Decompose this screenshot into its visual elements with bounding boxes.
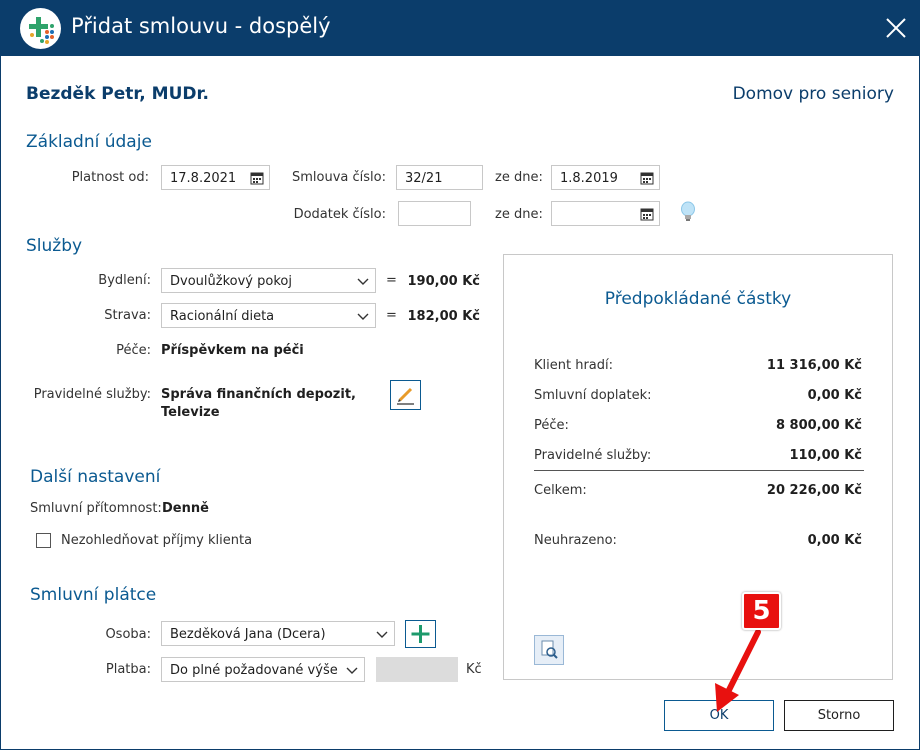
payment-amount-field[interactable]	[376, 657, 458, 682]
calendar-icon[interactable]	[640, 171, 654, 185]
food-price: 182,00 Kč	[407, 309, 480, 324]
amendment-no-label: Dodatek číslo:	[293, 207, 386, 222]
summary-total-value: 20 226,00 Kč	[766, 483, 862, 498]
food-label: Strava:	[104, 308, 151, 323]
contract-date-value: 1.8.2019	[560, 171, 618, 186]
client-name: Bezděk Petr, MUDr.	[26, 84, 209, 104]
food-value: Racionální dieta	[170, 309, 275, 324]
facility-name: Domov pro seniory	[732, 84, 894, 104]
presence-value: Denně	[162, 501, 209, 516]
chevron-down-icon	[357, 278, 369, 285]
summary-row-value: 0,00 Kč	[807, 388, 862, 403]
valid-from-field[interactable]: 17.8.2021	[161, 165, 270, 190]
summary-divider	[534, 470, 864, 471]
contract-date-field[interactable]: 1.8.2019	[551, 165, 660, 190]
summary-unpaid-label: Neuhrazeno:	[534, 533, 617, 548]
app-logo-icon	[20, 8, 61, 49]
valid-from-value: 17.8.2021	[170, 171, 237, 186]
amendment-date-label: ze dne:	[495, 207, 543, 222]
payment-select[interactable]: Do plné požadované výše	[161, 657, 365, 682]
ignore-income-checkbox[interactable]	[36, 533, 51, 548]
section-services-title: Služby	[26, 236, 83, 256]
currency-label: Kč	[466, 662, 482, 677]
care-value: Příspěvkem na péči	[161, 343, 304, 358]
contract-no-field[interactable]: 32/21	[396, 165, 483, 190]
care-label: Péče:	[116, 343, 151, 358]
section-payer-title: Smluvní plátce	[30, 585, 157, 605]
summary-row-label: Péče:	[534, 418, 569, 433]
summary-row-label: Klient hradí:	[534, 358, 614, 373]
cancel-button[interactable]: Storno	[784, 700, 894, 731]
chevron-down-icon	[346, 667, 358, 674]
housing-label: Bydlení:	[98, 273, 151, 288]
add-payer-button[interactable]	[405, 620, 436, 648]
section-basic-title: Základní údaje	[26, 132, 152, 152]
lightbulb-icon[interactable]	[679, 201, 697, 223]
summary-unpaid-value: 0,00 Kč	[807, 533, 862, 548]
title-bar: Přidat smlouvu - dospělý	[0, 0, 920, 56]
ignore-income-label[interactable]: Nezohledňovat příjmy klienta	[61, 533, 252, 548]
pencil-icon	[397, 387, 414, 405]
contract-no-label: Smlouva číslo:	[292, 170, 386, 185]
step-badge: 5	[742, 592, 781, 630]
edit-regular-services-button[interactable]	[390, 380, 421, 410]
section-other-title: Další nastavení	[30, 467, 161, 487]
regular-services-label: Pravidelné služby:	[33, 387, 151, 402]
summary-row-value: 8 800,00 Kč	[775, 418, 862, 433]
amendment-no-field[interactable]	[398, 201, 471, 226]
contract-no-value: 32/21	[405, 171, 443, 186]
calendar-icon[interactable]	[640, 207, 654, 221]
chevron-down-icon	[357, 313, 369, 320]
housing-select[interactable]: Dvoulůžkový pokoj	[161, 268, 376, 293]
valid-from-label: Platnost od:	[71, 170, 149, 185]
payment-value: Do plné požadované výše	[170, 663, 338, 678]
regular-services-line1: Správa finančních depozit,	[161, 387, 356, 402]
summary-row-label: Smluvní doplatek:	[534, 388, 652, 403]
summary-row-value: 110,00 Kč	[789, 448, 862, 463]
window-title: Přidat smlouvu - dospělý	[71, 14, 331, 38]
summary-panel: Předpokládané částky Klient hradí: 11 31…	[503, 254, 893, 680]
contract-date-label: ze dne:	[495, 170, 543, 185]
ok-button[interactable]: OK	[664, 700, 774, 731]
payment-label: Platba:	[105, 662, 151, 677]
plus-icon	[411, 625, 430, 643]
preview-button[interactable]	[534, 635, 564, 665]
summary-row-value: 11 316,00 Kč	[766, 358, 862, 373]
summary-total-label: Celkem:	[534, 483, 587, 498]
summary-row-label: Pravidelné služby:	[534, 448, 652, 463]
food-select[interactable]: Racionální dieta	[161, 303, 376, 328]
close-button[interactable]	[878, 10, 914, 46]
preview-icon	[541, 640, 558, 659]
person-label: Osoba:	[105, 627, 151, 642]
regular-services-line2: Televize	[161, 405, 220, 420]
summary-title: Předpokládané částky	[604, 289, 792, 309]
person-value: Bezděková Jana (Dcera)	[170, 627, 326, 642]
presence-label: Smluvní přítomnost:	[30, 501, 162, 516]
housing-value: Dvoulůžkový pokoj	[170, 274, 292, 289]
person-select[interactable]: Bezděková Jana (Dcera)	[161, 621, 395, 646]
amendment-date-field[interactable]	[551, 201, 660, 226]
calendar-icon[interactable]	[250, 171, 264, 185]
close-icon	[886, 18, 906, 38]
housing-price: 190,00 Kč	[407, 274, 480, 289]
chevron-down-icon	[376, 631, 388, 638]
